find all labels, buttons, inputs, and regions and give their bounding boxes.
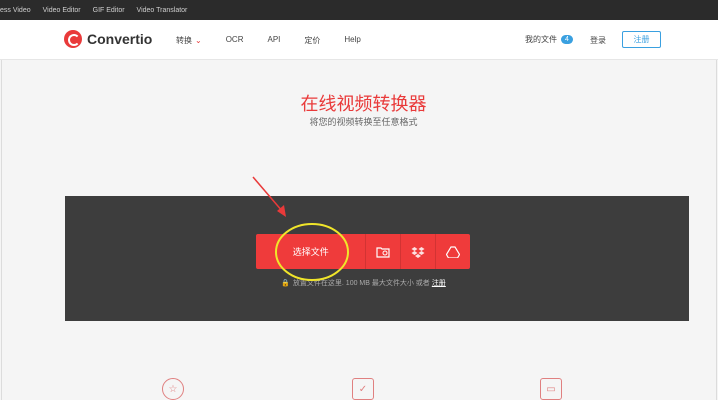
my-files-link[interactable]: 我的文件 4 (525, 34, 573, 45)
drop-hint: 🔒 放置文件在这里. 100 MB 最大文件大小 或者 注册 (0, 278, 718, 288)
tool-link[interactable]: Video Translator (137, 7, 188, 14)
hint-text: 放置文件在这里. 100 MB 最大文件大小 或者 (292, 280, 430, 287)
tool-link[interactable]: Video Editor (43, 7, 81, 14)
tool-link[interactable]: ess Video (0, 7, 31, 14)
nav-ocr[interactable]: OCR (226, 35, 244, 46)
login-link[interactable]: 登录 (590, 35, 606, 46)
logo[interactable]: Convertio (64, 30, 152, 48)
chevron-down-icon: ⌄ (195, 36, 202, 45)
folder-search-icon[interactable] (366, 234, 400, 269)
devices-icon: ▭ (540, 378, 562, 400)
site-header: Convertio 转换 ⌄ OCR API 定价 Help 我的文件 4 登录 … (0, 20, 718, 60)
tool-link[interactable]: GIF Editor (93, 7, 125, 14)
google-drive-icon[interactable] (436, 234, 470, 269)
main-nav: 转换 ⌄ OCR API 定价 Help (176, 35, 361, 46)
star-icon: ☆ (162, 378, 184, 400)
hint-register-link[interactable]: 注册 (432, 280, 446, 287)
file-count-badge: 4 (561, 35, 573, 44)
page-subtitle: 将您的视频转换至任意格式 (309, 117, 418, 127)
choose-files-button[interactable]: 选择文件 (256, 245, 365, 258)
convertio-logo-icon (64, 30, 82, 48)
clipboard-check-icon: ✓ (352, 378, 374, 400)
nav-pricing[interactable]: 定价 (304, 35, 320, 46)
register-button[interactable]: 注册 (622, 31, 661, 48)
left-border (1, 20, 2, 400)
nav-convert[interactable]: 转换 ⌄ (176, 35, 202, 46)
page-title: 在线视频转换器 (300, 94, 427, 114)
nav-api[interactable]: API (267, 35, 280, 46)
dropbox-icon[interactable] (401, 234, 435, 269)
nav-convert-label: 转换 (176, 36, 192, 45)
my-files-label: 我的文件 (525, 35, 557, 44)
nav-help[interactable]: Help (344, 35, 360, 46)
top-tool-strip: ess Video Video Editor GIF Editor Video … (0, 0, 718, 20)
logo-text: Convertio (87, 31, 153, 47)
upload-button-bar: 选择文件 (256, 234, 470, 269)
lock-icon: 🔒 (281, 280, 290, 287)
right-border (716, 20, 717, 400)
